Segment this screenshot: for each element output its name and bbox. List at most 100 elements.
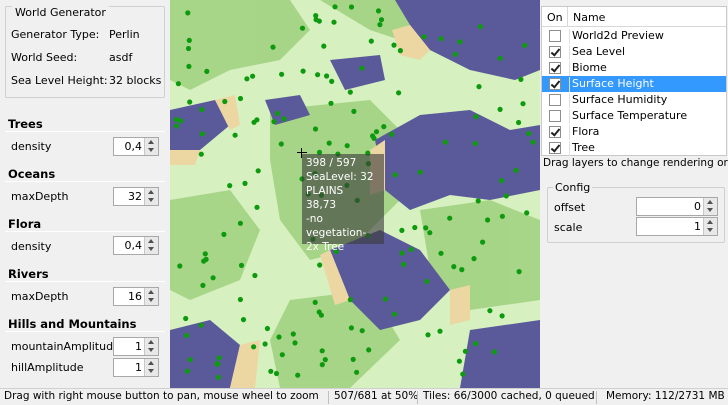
layer-checkbox[interactable]	[549, 62, 561, 74]
scale-spinbox[interactable]: 1	[636, 217, 718, 236]
tree-dot	[473, 114, 479, 120]
tooltip-line: PLAINS	[306, 185, 344, 197]
tree-dot	[204, 68, 210, 74]
tree-dot	[359, 65, 365, 71]
tree-dot	[522, 42, 528, 48]
tree-dot	[322, 357, 328, 363]
mountain-amplitude-label: mountainAmplitude	[11, 340, 120, 353]
flora-density-value: 0,4	[124, 239, 143, 252]
layer-row-sea-level[interactable]: Sea Level	[542, 44, 726, 60]
spin-arrows-icon[interactable]	[703, 218, 717, 235]
tree-dot	[215, 361, 221, 367]
layer-row-tree[interactable]: Tree	[542, 140, 726, 156]
tree-dot	[316, 309, 322, 315]
world-map-view[interactable]: 398 / 597 SeaLevel: 32 PLAINS 38,73 -no …	[170, 0, 540, 388]
tree-dot	[278, 141, 284, 147]
tree-dot	[392, 172, 398, 178]
layer-name: Surface Humidity	[569, 93, 726, 108]
layer-list[interactable]: On Name World2d Preview Sea Level Biome …	[541, 6, 727, 156]
spin-arrows-icon[interactable]	[144, 288, 158, 305]
tree-dot	[485, 217, 491, 223]
layer-row-flora[interactable]: Flora	[542, 124, 726, 140]
tree-dot	[487, 308, 493, 314]
tree-dot	[317, 262, 323, 268]
tree-dot	[499, 213, 505, 219]
layer-name: Surface Temperature	[569, 109, 726, 124]
layer-row-world2d-preview[interactable]: World2d Preview	[542, 28, 726, 44]
layer-checkbox[interactable]	[549, 142, 561, 154]
layer-checkbox[interactable]	[549, 46, 561, 58]
tree-dot	[412, 224, 418, 231]
tree-dot	[491, 349, 497, 355]
oceans-maxdepth-spinbox[interactable]: 32	[113, 187, 159, 206]
tree-dot	[438, 250, 444, 256]
rivers-maxdepth-value: 16	[128, 290, 142, 303]
tree-dot	[274, 110, 281, 116]
layer-row-surface-humidity[interactable]: Surface Humidity	[542, 92, 726, 108]
rivers-maxdepth-spinbox[interactable]: 16	[113, 287, 159, 306]
tree-dot	[348, 325, 354, 331]
tree-dot	[319, 348, 325, 354]
tree-dot	[203, 256, 209, 262]
tree-dot	[351, 108, 357, 114]
layer-checkbox[interactable]	[549, 30, 561, 42]
offset-spinbox[interactable]: 0	[636, 197, 718, 216]
status-hint: Drag with right mouse button to pan, mou…	[4, 390, 319, 402]
tree-dot	[518, 76, 524, 82]
tree-dot	[300, 68, 306, 74]
oceans-section-title: Oceans	[8, 167, 56, 181]
column-name-header[interactable]: Name	[573, 11, 605, 24]
column-on-header[interactable]: On	[547, 11, 563, 24]
layer-checkbox[interactable]	[549, 126, 561, 138]
tree-dot	[185, 45, 192, 52]
tree-dot	[520, 101, 526, 107]
tree-dot	[254, 117, 260, 123]
tree-dot	[215, 374, 222, 380]
tree-dot	[210, 275, 216, 281]
spin-arrows-icon[interactable]	[144, 138, 158, 155]
tree-dot	[401, 261, 407, 267]
tree-dot	[237, 296, 243, 303]
flora-density-spinbox[interactable]: 0,4	[113, 236, 159, 255]
tree-dot	[516, 269, 522, 275]
spin-arrows-icon[interactable]	[703, 198, 717, 215]
tree-dot	[255, 168, 261, 174]
tree-dot	[221, 231, 227, 237]
tree-dot	[273, 370, 280, 377]
spin-arrows-icon[interactable]	[144, 188, 158, 205]
tree-dot	[254, 204, 260, 210]
tree-dot	[268, 368, 274, 374]
layer-checkbox[interactable]	[549, 78, 561, 90]
tree-dot	[177, 263, 183, 269]
layer-checkbox[interactable]	[549, 110, 561, 122]
spin-arrows-icon[interactable]	[144, 237, 158, 254]
tree-dot	[276, 334, 282, 340]
spin-arrows-icon[interactable]	[144, 359, 158, 376]
mountain-amplitude-spinbox[interactable]: 1	[113, 337, 159, 356]
tree-dot	[332, 4, 338, 10]
tree-dot	[526, 130, 532, 137]
tree-dot	[408, 246, 414, 253]
layer-row-surface-temperature[interactable]: Surface Temperature	[542, 108, 726, 124]
layer-row-biome[interactable]: Biome	[542, 60, 726, 76]
layer-name: Tree	[569, 141, 726, 156]
tree-dot	[173, 116, 179, 123]
tree-dot	[262, 341, 268, 347]
tree-dot	[242, 180, 248, 186]
trees-density-spinbox[interactable]: 0,4	[113, 137, 159, 156]
tree-dot	[199, 107, 205, 113]
hills-section-title: Hills and Mountains	[8, 317, 137, 331]
tree-dot	[377, 22, 383, 28]
tree-dot	[375, 8, 382, 14]
mountain-amplitude-value: 1	[135, 340, 142, 353]
tree-dot	[399, 227, 405, 233]
hill-amplitude-spinbox[interactable]: 1	[113, 358, 159, 377]
layer-checkbox[interactable]	[549, 94, 561, 106]
tree-dot	[456, 358, 462, 364]
tree-dot	[175, 81, 181, 87]
spin-arrows-icon[interactable]	[144, 338, 158, 355]
tree-dot	[290, 331, 296, 337]
tree-dot	[382, 296, 389, 302]
tree-dot	[451, 264, 457, 270]
layer-row-surface-height[interactable]: Surface Height	[542, 76, 726, 92]
